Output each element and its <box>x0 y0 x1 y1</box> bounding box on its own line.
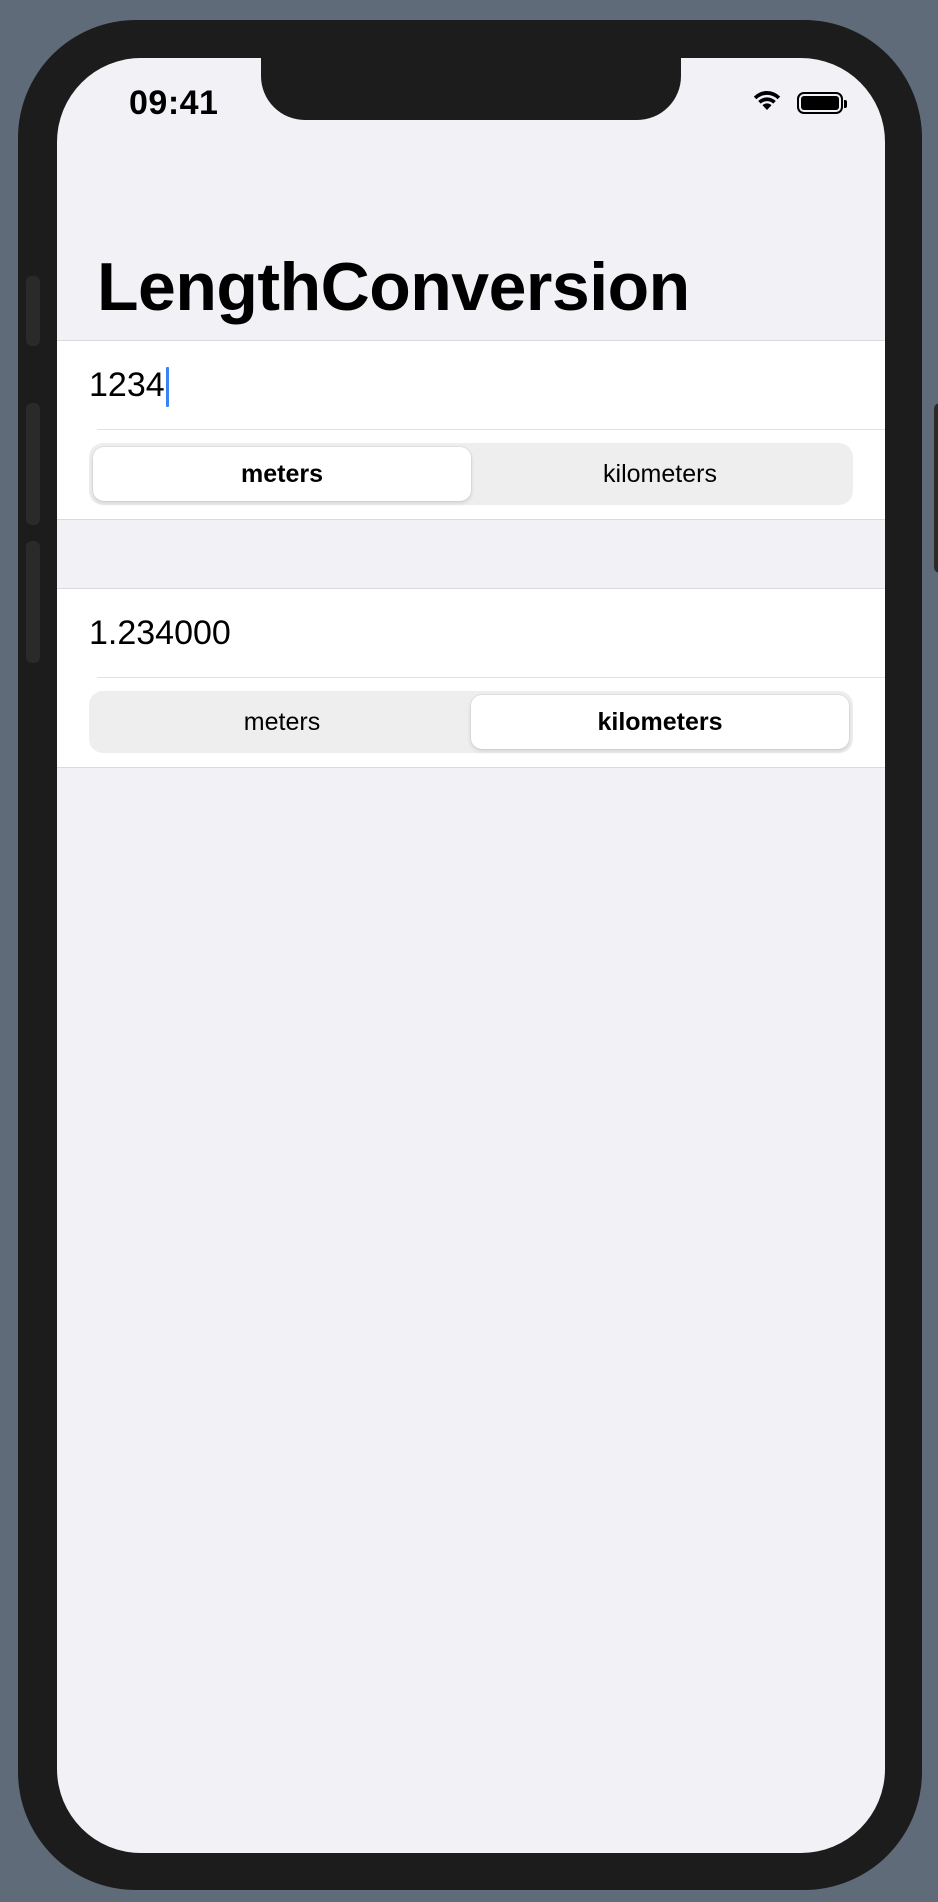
output-section: 1.234000 meters kilometers <box>57 588 885 768</box>
power-button <box>934 403 938 573</box>
status-time: 09:41 <box>129 84 219 122</box>
mute-switch <box>26 276 40 346</box>
text-cursor <box>165 367 169 408</box>
battery-icon <box>797 91 847 114</box>
screen: 09:41 LengthConversion 1234 meters kilom… <box>57 58 885 1853</box>
output-value: 1.234000 <box>89 614 231 652</box>
wifi-icon <box>751 88 783 117</box>
input-value-field[interactable]: 1234 <box>89 361 169 409</box>
input-section: 1234 meters kilometers <box>57 340 885 520</box>
row-divider <box>97 429 885 430</box>
input-unit-picker: meters kilometers <box>89 443 853 505</box>
notch <box>261 58 681 120</box>
status-icons <box>751 88 847 117</box>
row-divider <box>97 677 885 678</box>
input-unit-meters-segment[interactable]: meters <box>93 447 471 501</box>
input-value-text: 1234 <box>89 366 165 404</box>
output-unit-picker: meters kilometers <box>89 691 853 753</box>
volume-down-button <box>26 541 40 663</box>
input-unit-kilometers-segment[interactable]: kilometers <box>471 447 849 501</box>
page-title: LengthConversion <box>97 249 690 325</box>
volume-up-button <box>26 403 40 525</box>
output-unit-kilometers-segment[interactable]: kilometers <box>471 695 849 749</box>
output-unit-meters-segment[interactable]: meters <box>93 695 471 749</box>
